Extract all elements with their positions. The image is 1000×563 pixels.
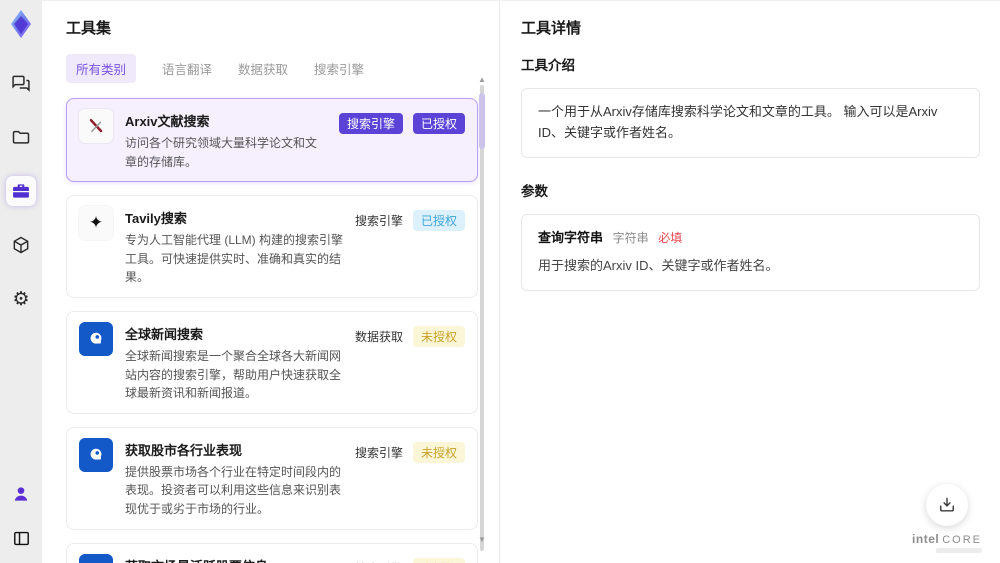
download-icon — [940, 497, 954, 512]
tool-description: 专为人工智能代理 (LLM) 构建的搜索引擎工具。可快速提供实时、准确和真实的结… — [125, 233, 344, 285]
tab-all-categories[interactable]: 所有类别 — [66, 54, 137, 83]
param-name: 查询字符串 — [538, 229, 604, 245]
collapse-panel-button[interactable] — [6, 523, 36, 553]
tool-detail-panel: 工具详情 工具介绍 一个用于从Arxiv存储库搜索科学论文和文章的工具。 输入可… — [499, 1, 1000, 563]
tab-search-engine[interactable]: 搜索引擎 — [314, 54, 364, 83]
sidebar-item-chat[interactable] — [6, 68, 36, 98]
category-tabs: 所有类别 语言翻译 数据获取 搜索引擎 — [66, 54, 499, 83]
tool-name: 获取股市各行业表现 — [125, 442, 243, 458]
tool-card-arxiv[interactable]: Arxiv文献搜索 访问各个研究领域大量科学论文和文章的存储库。 搜索引擎 已授… — [66, 98, 478, 183]
sidebar-item-settings[interactable]: ⚙ — [6, 284, 36, 314]
news-search-logo-icon — [79, 321, 113, 356]
scroll-down-icon[interactable]: ▼ — [477, 535, 487, 545]
tab-data-fetch[interactable]: 数据获取 — [238, 54, 288, 83]
main-area: 工具集 所有类别 语言翻译 数据获取 搜索引擎 Arxiv文献搜索 访问各个研究… — [42, 0, 1000, 563]
user-avatar-button[interactable] — [6, 479, 36, 509]
auth-status-badge: 未授权 — [412, 441, 465, 463]
tool-name: 全球新闻搜索 — [125, 326, 204, 342]
tool-intro-box: 一个用于从Arxiv存储库搜索科学论文和文章的工具。 输入可以是Arxiv ID… — [521, 88, 980, 158]
scrollbar-thumb[interactable] — [479, 93, 485, 149]
tool-card-sector-performance[interactable]: 获取股市各行业表现 提供股票市场各个行业在特定时间段内的表现。投资者可以利用这些… — [66, 426, 478, 530]
tool-name: Tavily搜索 — [125, 211, 187, 227]
category-label: 搜索引擎 — [354, 214, 403, 229]
param-type: 字符串 — [612, 230, 649, 245]
sidebar-item-files[interactable] — [6, 122, 36, 152]
arxiv-logo-icon — [79, 109, 113, 143]
params-heading: 参数 — [521, 183, 548, 199]
tool-description: 全球新闻搜索是一个聚合全球各大新闻网站内容的搜索引擎，帮助用户快速获取全球最新资… — [125, 348, 342, 401]
user-icon — [14, 487, 28, 501]
category-label: 数据获取 — [354, 329, 403, 344]
sidebar-item-plugins[interactable] — [6, 230, 36, 260]
intel-logo-subline — [936, 548, 982, 553]
panel-layout-icon — [13, 531, 29, 545]
tool-description: 提供股票市场各个行业在特定时间段内的表现。投资者可以利用这些信息来识别表现优于或… — [125, 464, 342, 516]
tool-name: 获取市场最活跃股票信息 — [125, 556, 345, 563]
gear-icon: ⚙ — [12, 288, 30, 310]
tool-list-panel: 工具集 所有类别 语言翻译 数据获取 搜索引擎 Arxiv文献搜索 访问各个研究… — [42, 1, 499, 563]
tool-card-global-news[interactable]: 全球新闻搜索 全球新闻搜索是一个聚合全球各大新闻网站内容的搜索引擎，帮助用户快速… — [66, 310, 478, 414]
param-required-flag: 必填 — [658, 230, 683, 245]
tool-name: Arxiv文献搜索 — [125, 114, 210, 129]
app-logo[interactable] — [7, 8, 35, 40]
market-data-logo-icon — [79, 437, 113, 472]
param-description: 用于搜索的Arxiv ID、关键字或作者姓名。 — [538, 258, 779, 274]
intel-core-logo: intel CORE — [912, 532, 982, 546]
scroll-up-icon[interactable]: ▲ — [477, 75, 487, 85]
detail-title: 工具详情 — [521, 20, 582, 37]
list-scrollbar[interactable]: ▲ ▼ — [477, 75, 487, 563]
category-label: 搜索引擎 — [355, 560, 403, 563]
corner-widgets: intel CORE — [912, 484, 982, 553]
intro-heading: 工具介绍 — [521, 58, 575, 73]
auth-status-badge: 已授权 — [412, 113, 465, 134]
tool-card-list: Arxiv文献搜索 访问各个研究领域大量科学论文和文章的存储库。 搜索引擎 已授… — [66, 98, 478, 563]
tool-description: 访问各个研究领域大量科学论文和文章的存储库。 — [125, 136, 318, 169]
page-title: 工具集 — [66, 20, 112, 37]
auth-status-badge: 未授权 — [412, 325, 465, 347]
scrollbar-track[interactable] — [480, 85, 484, 551]
sidebar-item-tools[interactable] — [6, 176, 36, 206]
auth-status-badge: 已授权 — [412, 210, 465, 232]
tool-card-active-stocks[interactable]: 获取市场最活跃股票信息 提供当天交易量最高的股票列表，投资者可以利用这些信息来识… — [66, 542, 478, 563]
parameter-box: 查询字符串 字符串 必填 用于搜索的Arxiv ID、关键字或作者姓名。 — [521, 213, 980, 292]
briefcase-icon — [13, 184, 29, 198]
tool-card-tavily[interactable]: ✦ Tavily搜索 专为人工智能代理 (LLM) 构建的搜索引擎工具。可快速提… — [66, 195, 478, 298]
chat-icon — [12, 75, 30, 92]
tab-language-translation[interactable]: 语言翻译 — [162, 54, 212, 83]
tavily-logo-icon: ✦ — [79, 206, 113, 241]
download-button[interactable] — [926, 484, 969, 526]
folder-icon — [12, 130, 30, 144]
cube-icon — [13, 236, 29, 254]
category-badge: 搜索引擎 — [338, 113, 403, 134]
category-label: 搜索引擎 — [354, 445, 403, 460]
left-icon-rail: ⚙ — [0, 0, 42, 563]
market-data-logo-icon — [79, 553, 113, 563]
auth-status-badge: 未授权 — [412, 557, 465, 563]
